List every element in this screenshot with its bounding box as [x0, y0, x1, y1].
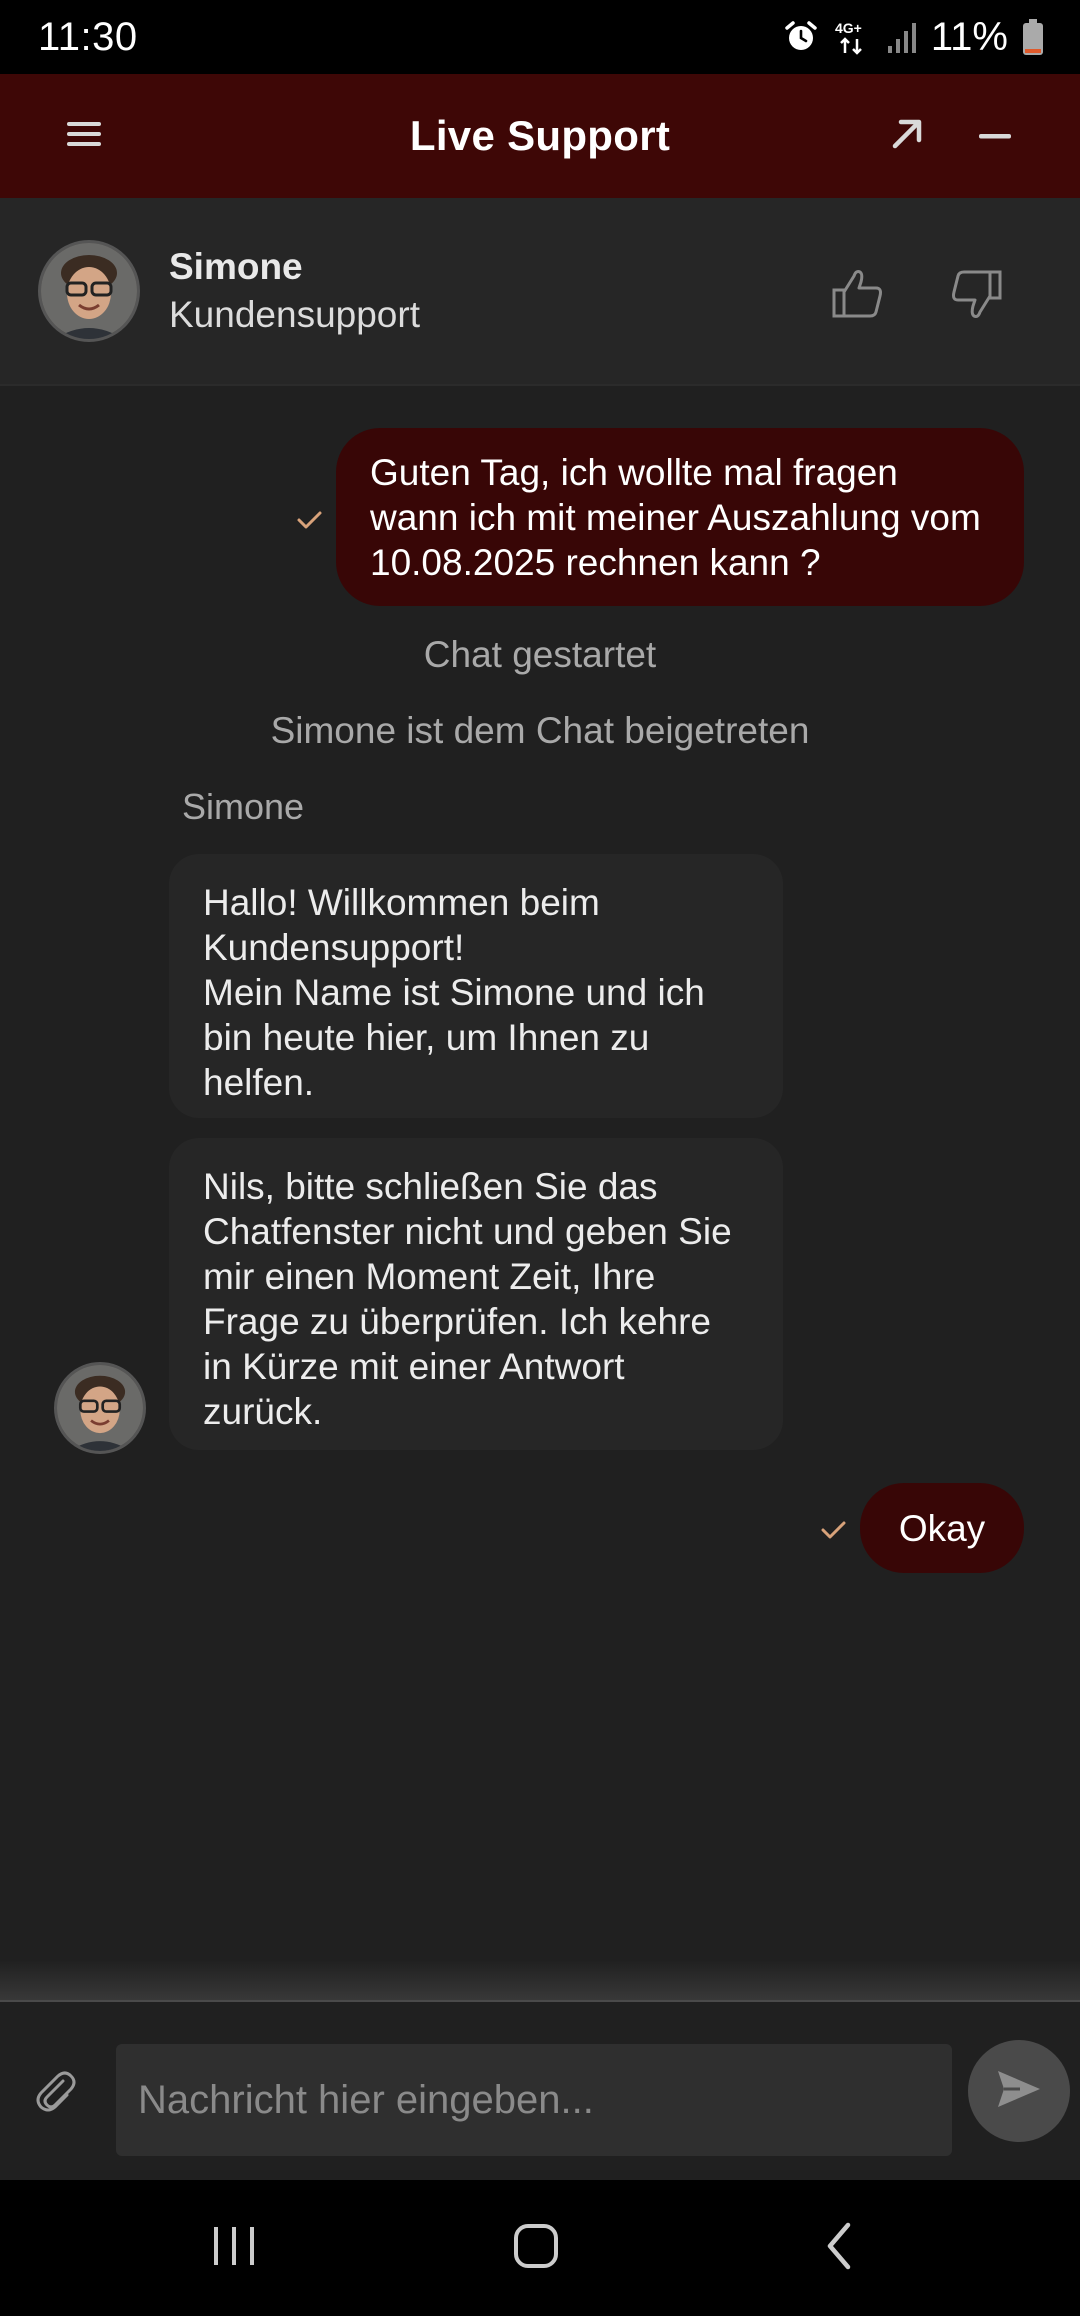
send-button[interactable]: [968, 2040, 1070, 2142]
app-header: Live Support: [0, 74, 1080, 198]
user-message: Guten Tag, ich wollte mal fragen wann ic…: [336, 428, 1024, 606]
alarm-icon: [783, 19, 819, 55]
send-icon: [994, 2067, 1044, 2116]
status-time: 11:30: [38, 14, 138, 59]
paperclip-icon: [33, 2067, 77, 2120]
agent-bar: Simone Kundensupport: [0, 198, 1080, 386]
status-icons: 4G+ 11%: [783, 15, 1044, 60]
thumbs-up-icon: [830, 266, 886, 327]
expand-icon: [889, 116, 925, 157]
recents-icon: [209, 2223, 259, 2274]
minimize-icon: [978, 127, 1012, 145]
thumbs-down-icon: [948, 266, 1004, 327]
sent-check-icon: [819, 1518, 849, 1542]
attach-button[interactable]: [28, 2064, 82, 2122]
battery-percent: 11%: [930, 14, 1008, 59]
status-bar: 11:30 4G+ 11%: [0, 0, 1080, 74]
agent-message: Nils, bitte schließen Sie das Chatfenste…: [169, 1138, 783, 1450]
sent-check-icon: [295, 508, 325, 532]
agent-role: Kundensupport: [169, 294, 420, 335]
menu-button[interactable]: [40, 74, 130, 198]
signal-icon: [887, 20, 917, 54]
minimize-button[interactable]: [950, 74, 1040, 198]
expand-button[interactable]: [862, 74, 952, 198]
agent-avatar-small: [54, 1362, 146, 1454]
battery-low-icon: [1022, 18, 1044, 56]
home-button[interactable]: [476, 2180, 596, 2316]
agent-name: Simone: [169, 246, 303, 287]
network-4g-icon: 4G+: [833, 17, 873, 57]
screen: 11:30 4G+ 11% Live Support Simone Kunden…: [0, 0, 1080, 2316]
svg-text:4G+: 4G+: [835, 20, 862, 36]
message-input[interactable]: [116, 2044, 952, 2156]
user-message: Okay: [860, 1483, 1024, 1573]
agent-avatar: [38, 240, 140, 342]
system-message-started: Chat gestartet: [423, 634, 657, 675]
composer: [0, 2000, 1080, 2180]
back-button[interactable]: [780, 2180, 900, 2316]
agent-message: Hallo! Willkommen beim Kundensupport! Me…: [169, 854, 783, 1118]
system-nav-bar: [0, 2180, 1080, 2316]
sender-label: Simone: [182, 786, 305, 827]
home-icon: [511, 2221, 561, 2276]
page-title: Live Support: [409, 112, 671, 159]
recents-button[interactable]: [174, 2180, 294, 2316]
thumbs-down-button[interactable]: [936, 256, 1016, 336]
thumbs-up-button[interactable]: [818, 256, 898, 336]
back-icon: [820, 2221, 860, 2276]
agent-message-line: Mein Name ist Simone und ich bin heute h…: [203, 972, 705, 1103]
system-message-joined: Simone ist dem Chat beigetreten: [270, 710, 810, 751]
composer-divider: [0, 1960, 1080, 2004]
agent-message-line: Hallo! Willkommen beim Kundensupport!: [203, 882, 600, 968]
menu-icon: [65, 118, 105, 155]
